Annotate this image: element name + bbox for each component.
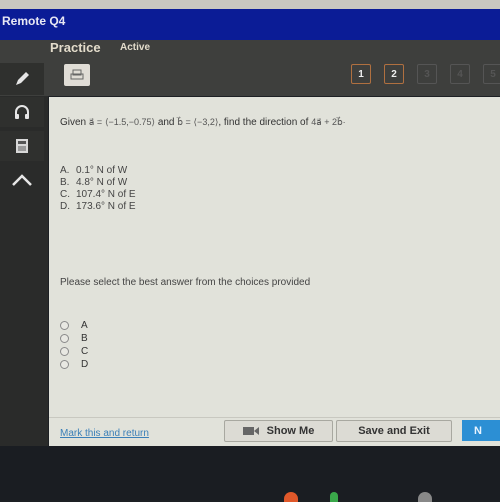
question-and: and — [157, 117, 175, 128]
question-text: Given a⃗ = ⟨−1.5,−0.75⟩ and b⃗ = ⟨−3,2⟩,… — [60, 117, 346, 128]
tab-practice[interactable]: Practice — [50, 40, 101, 55]
headphones-icon — [15, 105, 29, 119]
question-suffix: , find the direction of — [218, 117, 309, 128]
footer-divider — [49, 417, 500, 418]
taskbar-app-icon[interactable] — [330, 492, 338, 502]
radio-button[interactable] — [60, 321, 69, 330]
pencil-icon — [16, 72, 29, 85]
next-button[interactable]: N — [462, 420, 500, 441]
choice-item: A. 0.1° N of W — [60, 165, 128, 176]
question-number-4: 4 — [450, 64, 470, 84]
pencil-tool-button[interactable] — [0, 63, 44, 95]
show-me-button[interactable]: Show Me — [224, 420, 333, 442]
calculator-tool-button[interactable] — [0, 131, 44, 161]
question-expression: 4a⃗ + 2b⃗· — [311, 117, 346, 127]
question-panel: Given a⃗ = ⟨−1.5,−0.75⟩ and b⃗ = ⟨−3,2⟩,… — [49, 97, 500, 446]
choice-item: C. 107.4° N of E — [60, 189, 136, 200]
radio-button[interactable] — [60, 334, 69, 343]
question-prefix: Given — [60, 117, 87, 128]
taskbar-app-icon[interactable] — [418, 492, 432, 502]
print-button[interactable] — [64, 64, 90, 86]
vector-a-value: ⟨−1.5,−0.75⟩ — [104, 117, 156, 127]
tab-active[interactable]: Active — [120, 42, 150, 53]
choice-item: B. 4.8° N of W — [60, 177, 128, 188]
vector-b-label: b⃗ = — [177, 117, 191, 127]
question-number-5: 5 — [483, 64, 500, 84]
radio-button[interactable] — [60, 347, 69, 356]
collapse-tool-button[interactable] — [0, 165, 44, 195]
chevron-up-icon — [12, 174, 32, 186]
save-and-exit-button[interactable]: Save and Exit — [336, 420, 452, 442]
radio-option-c[interactable]: C — [60, 345, 88, 358]
taskbar-app-icon[interactable] — [284, 492, 298, 502]
choice-list: A. 0.1° N of W B. 4.8° N of W C. 107.4° N o… — [60, 165, 136, 213]
printer-icon — [70, 69, 84, 80]
question-number-2[interactable]: 2 — [384, 64, 404, 84]
title-bar — [0, 9, 500, 40]
vector-b-value: ⟨−3,2⟩ — [193, 117, 219, 127]
calculator-icon — [16, 139, 28, 153]
video-camera-icon — [242, 427, 259, 435]
answer-prompt: Please select the best answer from the c… — [60, 277, 311, 288]
vector-a-label: a⃗ = — [88, 117, 103, 127]
radio-button[interactable] — [60, 360, 69, 369]
mark-and-return-link[interactable]: Mark this and return — [60, 428, 149, 439]
radio-option-b[interactable]: B — [60, 332, 88, 345]
browser-tab-strip — [0, 0, 500, 9]
window-title: Remote Q4 — [2, 14, 66, 28]
choice-item: D. 173.6° N of E — [60, 201, 136, 212]
headphones-tool-button[interactable] — [0, 97, 44, 127]
question-number-3: 3 — [417, 64, 437, 84]
radio-option-a[interactable]: A — [60, 319, 88, 332]
question-number-1[interactable]: 1 — [351, 64, 371, 84]
radio-option-d[interactable]: D — [60, 358, 88, 371]
answer-radio-group: A B C D — [60, 319, 88, 371]
